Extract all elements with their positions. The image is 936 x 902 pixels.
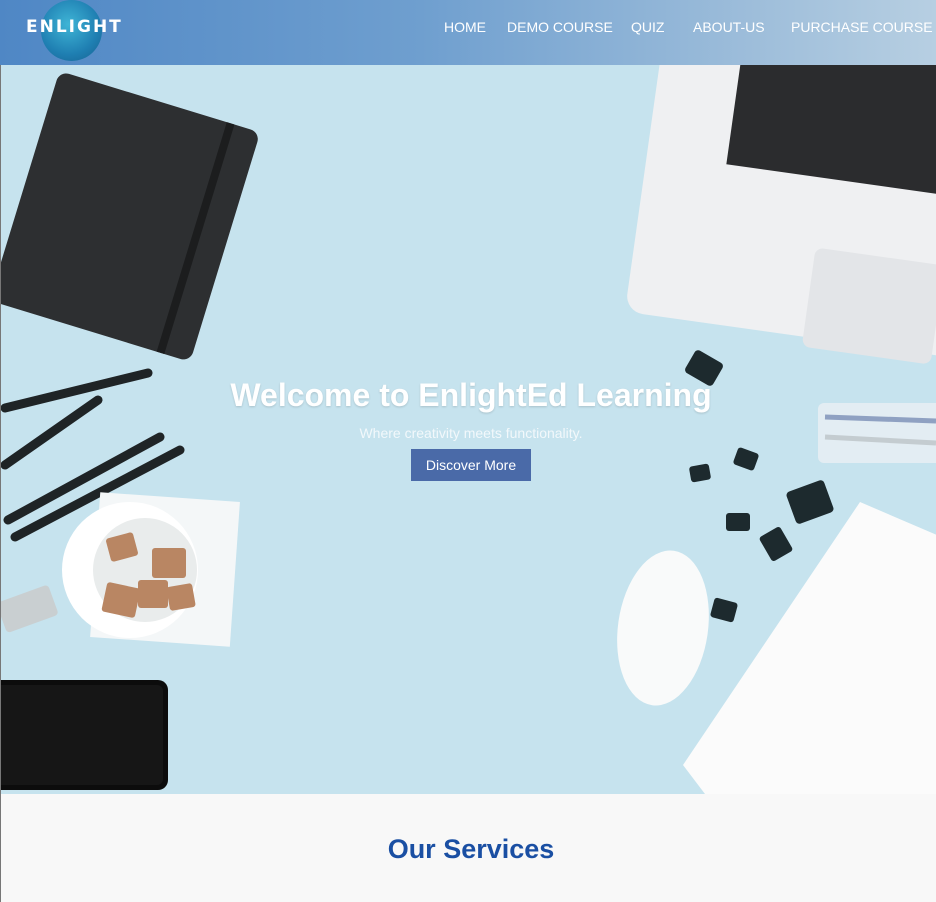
nav-purchase-course[interactable]: PURCHASE COURSE	[791, 19, 933, 35]
main-nav: HOME DEMO COURSE QUIZ ABOUT-US PURCHASE …	[0, 19, 936, 39]
discover-more-button[interactable]: Discover More	[411, 449, 531, 481]
nav-quiz[interactable]: QUIZ	[631, 19, 664, 35]
services-section: Our Services	[0, 794, 936, 902]
services-title: Our Services	[387, 834, 555, 864]
page-edge-divider	[0, 65, 1, 902]
nav-about-us[interactable]: ABOUT-US	[693, 19, 765, 35]
hero-title: Welcome to EnlightEd Learning	[230, 377, 712, 413]
hero-section: Welcome to EnlightEd Learning Where crea…	[0, 65, 936, 794]
site-header: ENLIGHT HOME DEMO COURSE QUIZ ABOUT-US P…	[0, 0, 936, 65]
nav-home[interactable]: HOME	[444, 19, 486, 35]
hero-subtitle: Where creativity meets functionality.	[359, 425, 583, 441]
nav-demo-course[interactable]: DEMO COURSE	[507, 19, 613, 35]
